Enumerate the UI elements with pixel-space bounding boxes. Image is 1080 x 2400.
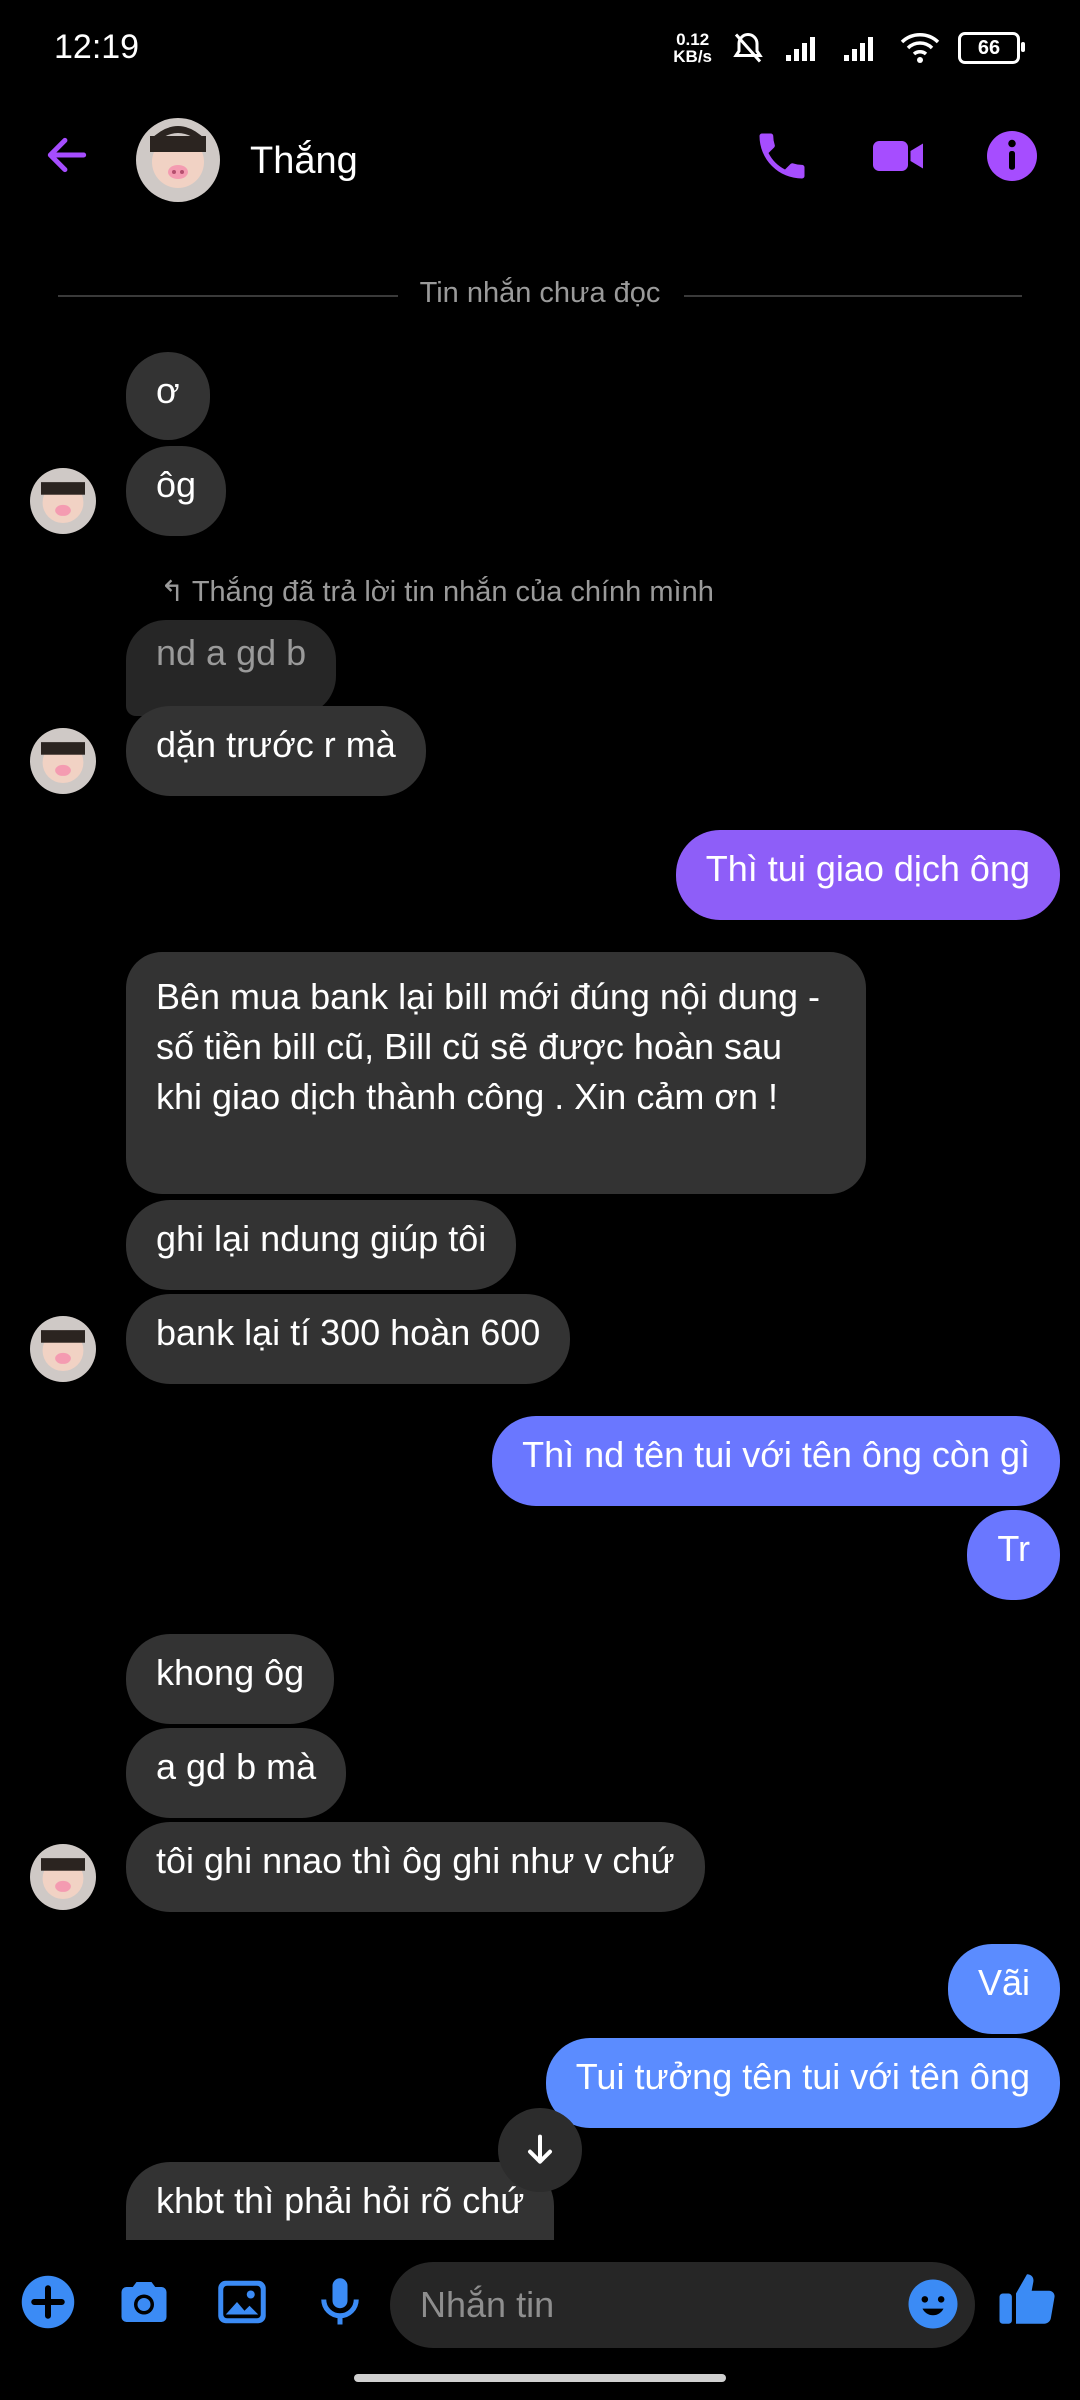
status-icons: 0.12 KB/s 66 — [673, 30, 1025, 66]
avatar-image — [30, 1844, 96, 1910]
avatar-image — [30, 728, 96, 794]
avatar-image — [30, 1316, 96, 1382]
arrow-down-icon — [528, 2134, 552, 2164]
sender-avatar[interactable] — [30, 1316, 96, 1382]
message-bubble-in[interactable]: khong ôg — [126, 1634, 335, 1724]
sender-avatar[interactable] — [30, 728, 96, 794]
unread-divider-label: Tin nhắn chưa đọc — [419, 277, 661, 309]
message-input-placeholder: Nhắn tin — [420, 2284, 555, 2325]
back-arrow-icon[interactable] — [42, 130, 92, 180]
message-bubble-in[interactable]: dặn trước r mà — [126, 706, 426, 796]
info-icon[interactable] — [982, 126, 1042, 186]
thumbs-up-icon[interactable] — [994, 2266, 1060, 2332]
reply-icon: ↰ — [160, 576, 192, 608]
message-bubble-out[interactable]: Vãi — [947, 1944, 1060, 2034]
message-bubble-in[interactable]: Bên mua bank lại bill mới đúng nội dung … — [126, 952, 866, 1194]
reply-note-text: Thắng đã trả lời tin nhắn của chính mình — [191, 576, 714, 608]
home-indicator[interactable] — [354, 2374, 726, 2382]
net-speed-value: 0.12 — [676, 30, 710, 49]
sender-avatar[interactable] — [30, 468, 96, 534]
message-bubble-in[interactable]: khbt thì phải hỏi rõ chứ — [126, 2162, 555, 2240]
message-bubble-in[interactable]: ôg — [126, 446, 227, 536]
emoji-icon[interactable] — [905, 2276, 961, 2332]
message-bubble-in[interactable]: bank lại tí 300 hoàn 600 — [126, 1294, 571, 1384]
wifi-icon — [900, 33, 940, 63]
camera-icon[interactable] — [114, 2272, 174, 2332]
message-bubble-in[interactable]: tôi ghi nnao thì ôg ghi như v chứ — [126, 1822, 705, 1912]
avatar-image — [30, 468, 96, 534]
message-bubble-in[interactable]: a gd b mà — [126, 1728, 347, 1818]
network-speed: 0.12 KB/s — [673, 31, 712, 65]
sender-avatar[interactable] — [30, 1844, 96, 1910]
video-icon[interactable] — [868, 126, 928, 186]
message-bubble-out[interactable]: Thì tui giao dịch ông — [675, 830, 1060, 920]
status-time: 12:19 — [54, 28, 140, 66]
reply-quote[interactable]: nd a gd b — [126, 620, 337, 716]
contact-avatar[interactable] — [136, 118, 220, 202]
message-bubble-in[interactable]: ơ — [126, 352, 210, 440]
scroll-to-bottom-button[interactable] — [498, 2108, 582, 2192]
gallery-icon[interactable] — [212, 2272, 272, 2332]
message-input[interactable]: Nhắn tin — [390, 2262, 975, 2348]
bell-muted-icon — [733, 32, 763, 63]
signal-icon-2 — [844, 37, 873, 61]
contact-name[interactable]: Thắng — [250, 140, 358, 183]
message-bubble-out[interactable]: Tui tưởng tên tui với tên ông — [545, 2038, 1060, 2128]
message-bubble-out[interactable]: Thì nd tên tui với tên ông còn gì — [492, 1416, 1060, 1506]
reply-note: ↰ Thắng đã trả lời tin nhắn của chính mì… — [160, 574, 714, 609]
message-bubble-in[interactable]: ghi lại ndung giúp tôi — [126, 1200, 517, 1290]
signal-icon — [786, 37, 815, 61]
phone-icon[interactable] — [752, 126, 812, 186]
message-bubble-out[interactable]: Tr — [967, 1510, 1060, 1600]
mic-icon[interactable] — [310, 2272, 370, 2332]
net-speed-unit: KB/s — [673, 47, 712, 66]
plus-icon[interactable] — [18, 2272, 78, 2332]
battery-indicator: 66 — [958, 32, 1025, 64]
avatar-image — [136, 118, 220, 202]
